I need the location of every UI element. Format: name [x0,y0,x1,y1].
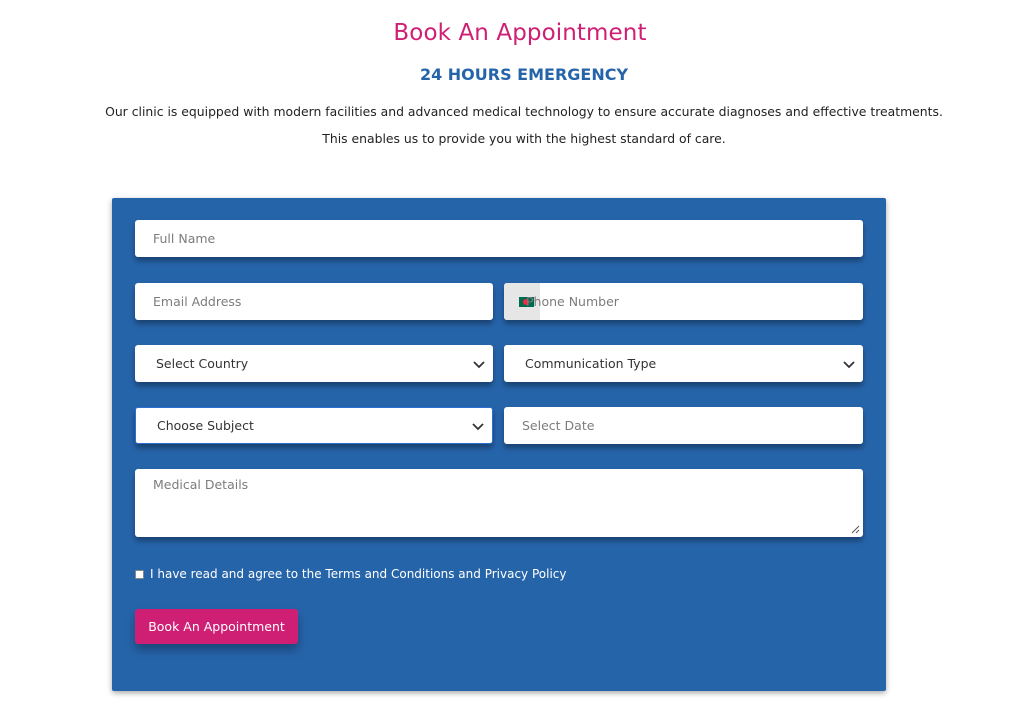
full-name-input[interactable]: Full Name [135,220,863,257]
medical-details-textarea[interactable]: Medical Details [135,469,863,537]
page-title: Book An Appointment [393,20,647,46]
full-name-placeholder: Full Name [153,231,216,246]
page-subtitle: 24 HOURS EMERGENCY [419,65,629,84]
phone-placeholder: Phone Number [526,294,619,309]
medical-details-placeholder: Medical Details [153,477,249,492]
country-select[interactable]: Select Country [135,345,493,382]
chevron-down-icon [473,360,485,368]
date-placeholder: Select Date [522,418,595,433]
intro-text-line-2: This enables us to provide you with the … [322,131,726,146]
appointment-form: Full Name Email Address Phone Number Sel… [112,198,886,691]
phone-input[interactable]: Phone Number [504,283,863,320]
book-appointment-button[interactable]: Book An Appointment [135,609,298,644]
chevron-down-icon [843,360,855,368]
communication-type-select[interactable]: Communication Type [504,345,863,382]
subject-select[interactable]: Choose Subject [135,407,493,444]
country-select-value: Select Country [156,356,249,371]
date-input[interactable]: Select Date [504,407,863,444]
resize-handle-icon[interactable] [851,525,860,534]
subject-select-value: Choose Subject [157,418,254,433]
terms-label: I have read and agree to the Terms and C… [150,567,567,581]
intro-text-line-1: Our clinic is equipped with modern facil… [105,104,943,119]
terms-row: I have read and agree to the Terms and C… [135,567,566,581]
communication-type-value: Communication Type [525,356,657,371]
terms-checkbox[interactable] [135,569,144,579]
email-placeholder: Email Address [153,294,242,309]
email-input[interactable]: Email Address [135,283,493,320]
chevron-down-icon [472,422,484,430]
